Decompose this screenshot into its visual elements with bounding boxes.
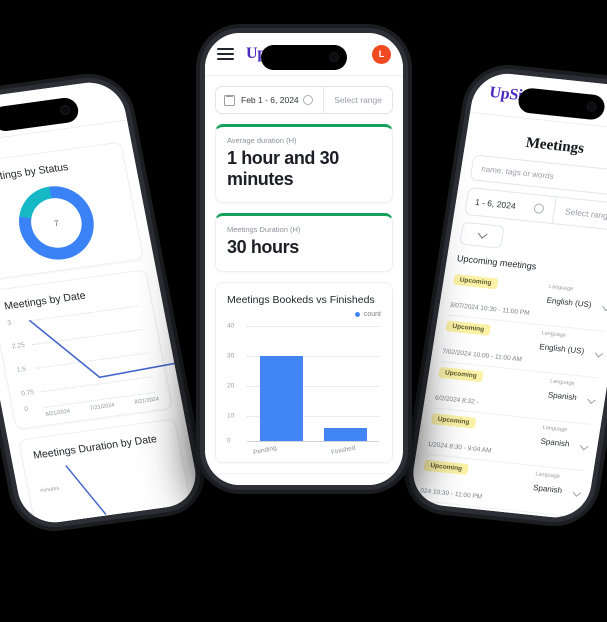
legend-label: count: [363, 310, 381, 318]
language-value: English (US): [546, 295, 593, 310]
status-donut-chart: 7: [0, 172, 130, 271]
gear-icon[interactable]: [303, 95, 314, 105]
x-label-finished: Finished: [330, 444, 357, 457]
hamburger-icon[interactable]: [217, 48, 234, 60]
gear-icon[interactable]: [533, 203, 545, 214]
status-badge: Upcoming: [452, 273, 499, 290]
duration-line-path: [65, 464, 107, 515]
right-phone-mockup: UpSide L Meetings name, tags or words 1 …: [398, 60, 607, 531]
y-tick-30: 30: [227, 352, 235, 360]
chevron-down-icon[interactable]: [594, 349, 604, 358]
y-tick-225: 2.25: [11, 342, 26, 351]
bar-chart-title: Meetings Bookeds vs Finisheds: [227, 293, 375, 306]
range-placeholder: Select range: [564, 206, 607, 222]
language-caption: Language: [541, 330, 567, 339]
chevron-down-icon: [477, 228, 488, 239]
left-phone-mockup: UpSide Meetings by Status 7 Meetings by …: [0, 68, 212, 537]
legend-swatch: [354, 311, 360, 317]
status-badge: Upcoming: [445, 320, 491, 336]
right-phone-content: Meetings name, tags or words 1 - 6, 2024…: [408, 112, 607, 521]
language-value: Spanish: [547, 390, 578, 403]
y-tick-20: 20: [227, 382, 235, 390]
meetings-duration-value: 30 hours: [227, 237, 299, 258]
center-phone-mockup: UpSide L Feb 1 - 6, 2024 Select range Av…: [196, 24, 412, 494]
bar-series: [249, 355, 377, 441]
range-value: 1 - 6, 2024: [474, 196, 517, 212]
dashboard-content: Feb 1 - 6, 2024 Select range Average dur…: [205, 76, 403, 485]
chart-legend: count: [227, 311, 381, 318]
duration-axis-label: minutes: [39, 485, 60, 494]
chevron-down-icon[interactable]: [572, 488, 582, 497]
chevron-down-icon[interactable]: [587, 395, 596, 405]
bar-finished[interactable]: [323, 428, 367, 441]
mockup-stage: UpSide Meetings by Status 7 Meetings by …: [0, 0, 607, 622]
center-phone-screen: UpSide L Feb 1 - 6, 2024 Select range Av…: [205, 33, 403, 485]
range-placeholder: Select range: [334, 95, 382, 105]
dynamic-island: [261, 45, 347, 70]
y-tick-40: 40: [227, 322, 235, 330]
status-badge: Upcoming: [423, 459, 469, 476]
y-tick-3: 3: [7, 319, 12, 328]
meetings-by-date-card: Meetings by Date 3 2.25 1.5 0.75 0 6/21/…: [0, 269, 187, 431]
donut-center-label: 7: [53, 218, 60, 228]
language-value: Spanish: [532, 483, 563, 496]
language-value: Spanish: [539, 436, 571, 449]
date-range-picker[interactable]: Feb 1 - 6, 2024 Select range: [215, 86, 393, 114]
status-badge: Upcoming: [438, 366, 484, 383]
meetings-by-status-card: Meetings by Status 7: [0, 141, 144, 281]
bar-pending[interactable]: [259, 355, 303, 441]
left-phone-screen: UpSide Meetings by Status 7 Meetings by …: [0, 78, 202, 527]
meetings-duration-label: Meetings Duration (H): [227, 225, 301, 235]
chevron-down-icon[interactable]: [580, 442, 589, 451]
avatar[interactable]: L: [372, 44, 391, 64]
calendar-icon: [224, 94, 235, 106]
meetings-duration-card: Meetings Duration (H) 30 hours: [215, 213, 393, 272]
chevron-down-icon[interactable]: [602, 302, 607, 312]
meetings-by-date-line-chart: 3 2.25 1.5 0.75 0 6/21/2024 7/21/2024 8/…: [7, 300, 187, 420]
meetings-by-status-section: Meetings by Status: [215, 472, 393, 485]
y-tick-075: 0.75: [20, 389, 35, 398]
language-caption: Language: [542, 424, 568, 434]
bookeds-vs-finisheds-card: Meetings Bookeds vs Finisheds count 40 3…: [215, 281, 393, 463]
range-value: Feb 1 - 6, 2024: [241, 95, 299, 105]
y-tick-0: 0: [227, 437, 231, 445]
bar-chart-plot: 40 30 20 10 0 Pending Finished: [227, 322, 381, 457]
language-caption: Language: [549, 378, 575, 387]
average-duration-label: Average duration (H): [227, 136, 297, 145]
meetings-list: Upcoming Language English (US) 3/07/2024…: [411, 269, 607, 521]
y-tick-0: 0: [23, 406, 29, 414]
status-badge: Upcoming: [430, 413, 477, 429]
language-value: English (US): [538, 342, 585, 356]
average-duration-value: 1 hour and 30 minutes: [227, 148, 339, 190]
language-caption: Language: [534, 471, 561, 480]
y-tick-10: 10: [227, 412, 235, 420]
x-label-pending: Pending: [252, 444, 278, 457]
language-caption: Language: [548, 283, 574, 293]
average-duration-card: Average duration (H) 1 hour and 30 minut…: [215, 124, 393, 204]
donut-ring: 7: [12, 181, 101, 265]
y-tick-15: 1.5: [16, 366, 27, 375]
filter-dropdown[interactable]: [459, 221, 505, 249]
